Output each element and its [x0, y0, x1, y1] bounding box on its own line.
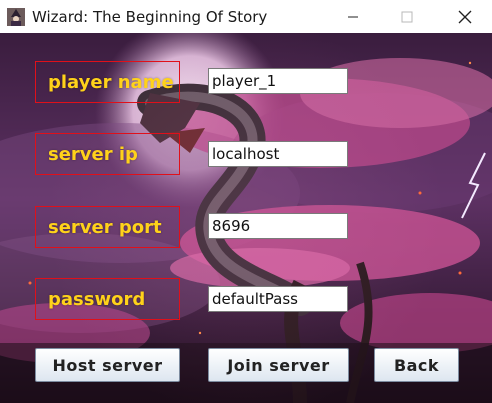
app-window: Wizard: The Beginning Of Story player na…	[0, 0, 492, 403]
server-port-label: server port	[48, 216, 162, 238]
server-ip-label-box: server ip	[35, 133, 180, 175]
server-port-field[interactable]	[208, 213, 348, 239]
minimize-icon	[348, 16, 358, 17]
password-label: password	[48, 288, 146, 310]
password-field[interactable]	[208, 286, 348, 312]
join-server-button[interactable]: Join server	[208, 348, 349, 382]
minimize-button[interactable]	[330, 0, 376, 33]
host-server-button[interactable]: Host server	[35, 348, 180, 382]
player-name-label-box: player name	[35, 61, 180, 103]
player-name-label: player name	[48, 71, 174, 93]
server-port-label-box: server port	[35, 206, 180, 248]
wizard-panel: player name server ip server port passwo…	[0, 33, 492, 403]
maximize-icon	[401, 11, 413, 22]
player-name-field[interactable]	[208, 68, 348, 94]
close-icon	[458, 10, 472, 23]
title-bar: Wizard: The Beginning Of Story	[0, 0, 492, 33]
server-ip-label: server ip	[48, 143, 138, 165]
maximize-button[interactable]	[384, 0, 430, 33]
close-button[interactable]	[442, 0, 488, 33]
window-title: Wizard: The Beginning Of Story	[32, 7, 268, 26]
server-ip-field[interactable]	[208, 141, 348, 167]
back-button[interactable]: Back	[374, 348, 459, 382]
password-label-box: password	[35, 278, 180, 320]
wizard-icon	[6, 7, 26, 27]
